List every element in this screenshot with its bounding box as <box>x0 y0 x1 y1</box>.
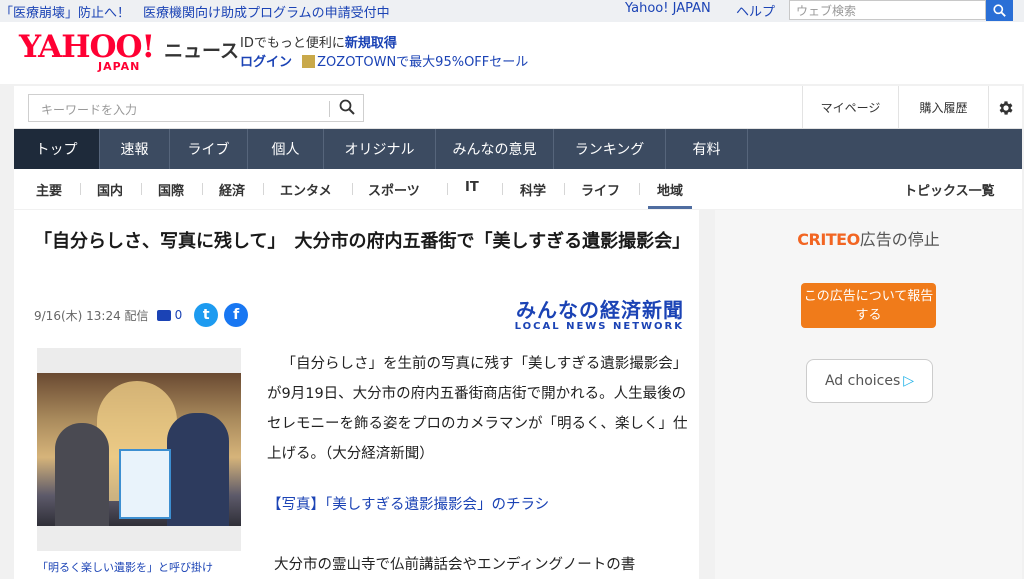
publish-date: 9/16(木) 13:24 <box>34 308 121 323</box>
adchoices-button[interactable]: Ad choices ▷ <box>806 359 933 403</box>
keyword-search-input[interactable]: キーワードを入力 <box>28 94 364 122</box>
nav-ranking[interactable]: ランキング <box>554 129 666 169</box>
source-logo[interactable]: みんなの経済新聞 LOCAL NEWS NETWORK <box>512 294 684 332</box>
search-icon <box>993 4 1006 17</box>
report-ad-button[interactable]: この広告について報告する <box>801 283 936 328</box>
cat-local[interactable]: 地域 <box>648 180 693 209</box>
article-title: 「自分らしさ、写真に残して」 大分市の府内五番街で「美しすぎる遺影撮影会」 <box>34 231 691 252</box>
cat-domestic[interactable]: 国内 <box>97 180 123 199</box>
cat-it[interactable]: IT <box>465 180 479 195</box>
cat-entertainment[interactable]: エンタメ <box>280 180 332 199</box>
cat-international[interactable]: 国際 <box>158 180 184 199</box>
divider <box>502 183 503 195</box>
category-nav: 主要 国内 国際 経済 エンタメ スポーツ IT 科学 ライフ 地域 トピックス… <box>14 169 1022 209</box>
divider <box>202 183 203 195</box>
article-lead: 「自分らしさ」を生前の写真に残す「美しすぎる遺影撮影会」が9月19日、大分市の府… <box>267 356 688 462</box>
delivered-label: 配信 <box>124 308 149 323</box>
utility-bar: キーワードを入力 マイページ 購入履歴 <box>14 86 1022 129</box>
gear-icon <box>999 100 1013 115</box>
help-link[interactable]: ヘルプ <box>736 1 775 20</box>
nav-individual[interactable]: 個人 <box>248 129 324 169</box>
search-icon[interactable] <box>339 99 355 118</box>
nav-paid[interactable]: 有料 <box>666 129 748 169</box>
divider <box>263 183 264 195</box>
zozo-sale-link[interactable]: ZOZOTOWNで最大95%OFFセール <box>317 55 528 70</box>
photo-link[interactable]: 【写真】「美しすぎる遺影撮影会」のチラシ <box>267 493 549 514</box>
divider <box>141 183 142 195</box>
register-link[interactable]: 新規取得 <box>345 36 397 51</box>
comment-count[interactable]: 0 <box>175 308 183 322</box>
article-photo[interactable] <box>37 348 241 551</box>
photo-image <box>37 373 241 526</box>
topics-list-link[interactable]: トピックス一覧 <box>904 180 995 199</box>
main-nav: トップ 速報 ライブ 個人 オリジナル みんなの意見 ランキング 有料 <box>14 129 1022 169</box>
cat-economy[interactable]: 経済 <box>219 180 245 199</box>
settings-button[interactable] <box>988 86 1022 129</box>
cat-science[interactable]: 科学 <box>520 180 546 199</box>
site-header: YAHOO! JAPAN ニュース IDでもっと便利に新規取得 ログイン ZOZ… <box>0 22 1024 84</box>
nav-breaking[interactable]: 速報 <box>100 129 170 169</box>
criteo-logo: CRITEO <box>797 230 860 249</box>
login-row: ログイン ZOZOTOWNで最大95%OFFセール <box>240 51 528 70</box>
web-search-input[interactable]: ウェブ検索 <box>789 0 986 20</box>
top-bar: 「医療崩壊」防止へ！ 医療機関向け助成プログラムの申請受付中 Yahoo! JA… <box>0 0 1024 22</box>
login-link[interactable]: ログイン <box>240 55 292 70</box>
cat-sports[interactable]: スポーツ <box>368 180 420 199</box>
divider <box>352 183 353 195</box>
id-promo: IDでもっと便利に新規取得 <box>240 36 397 51</box>
cat-life[interactable]: ライフ <box>581 180 620 199</box>
ad-header: CRITEO広告の停止 <box>797 230 940 249</box>
photo-caption[interactable]: 「明るく楽しい遺影を」と呼び掛け <box>37 559 213 575</box>
adchoices-icon: ▷ <box>903 373 915 389</box>
yahoo-japan-logo[interactable]: YAHOO! JAPAN <box>19 32 159 74</box>
twitter-share-icon[interactable]: t <box>194 303 219 327</box>
nav-original[interactable]: オリジナル <box>324 129 436 169</box>
purchase-history-link[interactable]: 購入履歴 <box>898 86 988 129</box>
divider <box>639 183 640 195</box>
article: 「自分らしさ、写真に残して」 大分市の府内五番街で「美しすぎる遺影撮影会」 9/… <box>14 210 699 579</box>
web-search-button[interactable] <box>986 0 1013 21</box>
article-body: 大分市の霊山寺で仏前講話会やエンディングノートの書 <box>274 557 636 573</box>
comment-icon[interactable] <box>156 309 171 321</box>
nav-opinions[interactable]: みんなの意見 <box>436 129 554 169</box>
divider <box>564 183 565 195</box>
promo-link[interactable]: 「医療崩壊」防止へ！ 医療機関向け助成プログラムの申請受付中 <box>0 2 390 21</box>
nav-top[interactable]: トップ <box>14 129 100 169</box>
zozo-icon <box>302 55 316 68</box>
article-meta: 9/16(木) 13:24 配信 0 t f <box>34 303 249 327</box>
facebook-share-icon[interactable]: f <box>224 303 249 327</box>
divider <box>80 183 81 195</box>
divider <box>447 183 448 195</box>
ad-panel: CRITEO広告の停止 この広告について報告する Ad choices ▷ <box>715 210 1022 579</box>
cat-main[interactable]: 主要 <box>36 180 62 199</box>
mypage-link[interactable]: マイページ <box>802 86 898 129</box>
news-section-label[interactable]: ニュース <box>164 36 239 63</box>
divider <box>329 101 330 117</box>
nav-live[interactable]: ライブ <box>170 129 248 169</box>
yahoo-japan-link[interactable]: Yahoo! JAPAN <box>625 1 711 16</box>
